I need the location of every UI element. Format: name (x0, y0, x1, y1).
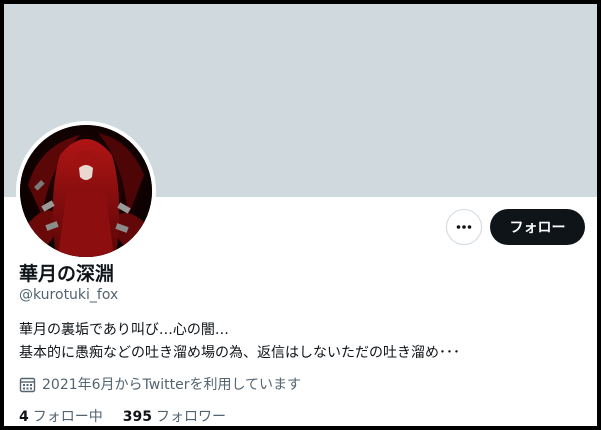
following-link[interactable]: 4 フォロー中 (19, 406, 103, 426)
avatar-ring (16, 121, 156, 261)
more-options-button[interactable] (446, 209, 482, 245)
followers-link[interactable]: 395 フォロワー (123, 406, 226, 426)
profile-bio: 華月の裏垢であり叫び…心の闇… 基本的に愚痴などの吐き溜め場の為、返信はしないた… (19, 319, 460, 365)
follow-button[interactable]: フォロー (490, 209, 585, 245)
following-count: 4 (19, 409, 29, 425)
profile-card: フォロー 華月の深淵 @kurotuki_fox 華月の裏垢であり叫び…心の闇…… (4, 4, 597, 426)
bio-line: 基本的に愚痴などの吐き溜め場の為、返信はしないただの吐き溜め･･･ (19, 345, 460, 361)
profile-handle: @kurotuki_fox (19, 287, 119, 303)
followers-count: 395 (122, 409, 152, 425)
profile-display-name: 華月の深淵 (19, 263, 115, 285)
followers-label: フォロワー (155, 409, 226, 425)
more-horizontal-icon (456, 225, 472, 229)
calendar-icon (19, 376, 36, 393)
avatar[interactable] (20, 125, 152, 257)
avatar-artwork (20, 125, 152, 257)
profile-stats: 4 フォロー中 395 フォロワー (19, 406, 246, 426)
following-label: フォロー中 (32, 409, 103, 425)
bio-line: 華月の裏垢であり叫び…心の闇… (19, 322, 229, 338)
profile-joined-date: 2021年6月からTwitterを利用しています (19, 374, 301, 394)
follow-button-label: フォロー (509, 220, 566, 236)
joined-text: 2021年6月からTwitterを利用しています (42, 377, 302, 393)
